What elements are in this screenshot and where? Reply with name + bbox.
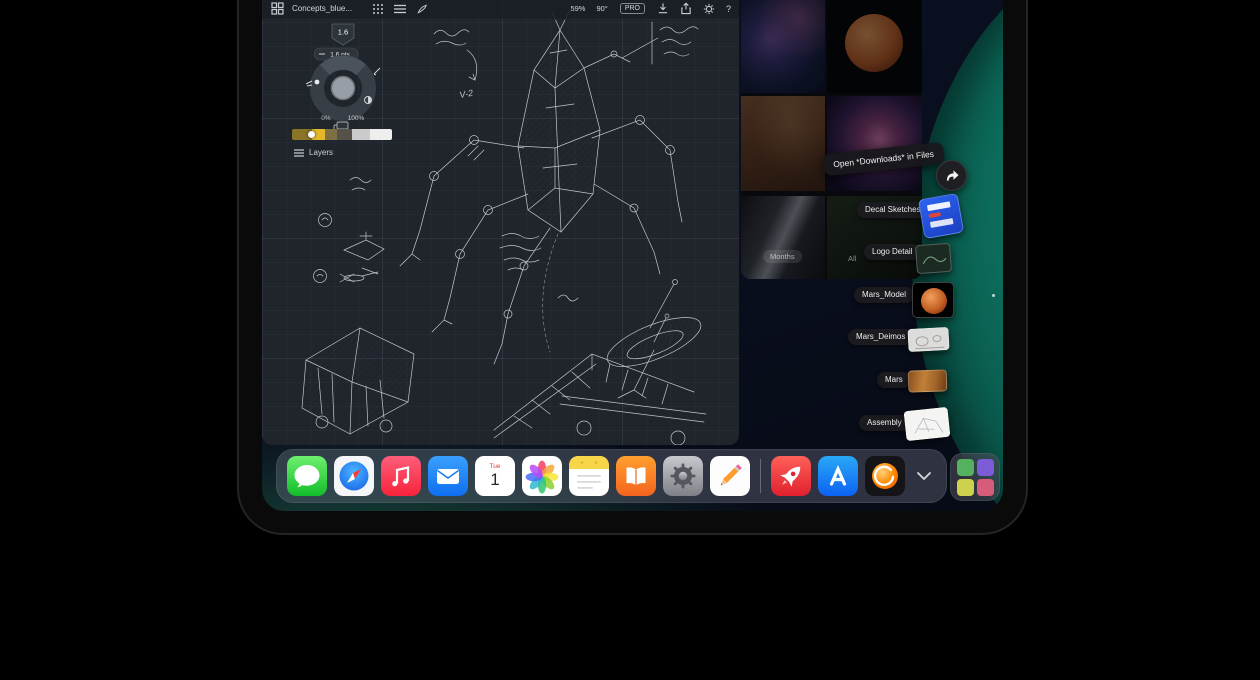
app-library-mini-tile bbox=[977, 479, 994, 496]
rotation-angle[interactable]: 90° bbox=[596, 4, 607, 13]
calendar-day: 1 bbox=[490, 471, 499, 488]
drag-thumb-mars-model[interactable] bbox=[912, 282, 954, 318]
help-icon[interactable]: ? bbox=[726, 4, 731, 14]
app-library-mini-tile bbox=[957, 459, 974, 476]
drag-thumb-assembly[interactable] bbox=[904, 407, 951, 441]
dock-divider bbox=[760, 459, 761, 493]
app-library-icon[interactable] bbox=[950, 453, 1000, 501]
drag-item-label[interactable]: Mars bbox=[877, 372, 911, 388]
drag-item-label[interactable]: Mars_Model bbox=[854, 287, 914, 303]
concepts-toolbar: Concepts_blue... bbox=[262, 0, 739, 20]
import-icon[interactable] bbox=[656, 1, 671, 16]
sketch-note-text: V-2 bbox=[459, 88, 474, 100]
dock-collapse-button[interactable] bbox=[912, 456, 936, 496]
palette-selection-dot[interactable] bbox=[308, 131, 315, 138]
brush-tool-wheel[interactable]: 1.6 1.6 pts 0% 100% bbox=[298, 22, 388, 134]
color-swatch[interactable] bbox=[352, 129, 370, 140]
forward-arrow-icon bbox=[944, 168, 960, 183]
dock-books-icon[interactable] bbox=[616, 456, 656, 496]
app-library-mini-tile bbox=[957, 479, 974, 496]
dock-settings-icon[interactable] bbox=[663, 456, 703, 496]
pen-tool-icon[interactable] bbox=[414, 1, 429, 16]
dock-calendar-icon[interactable]: Tue 1 bbox=[475, 456, 515, 496]
ipad-screen: V-2 Concepts_blue... bbox=[262, 0, 1003, 511]
dock-app-store-icon[interactable] bbox=[818, 456, 858, 496]
drag-thumb-mars-deimos[interactable] bbox=[907, 327, 949, 352]
brush-size-value: 1.6 bbox=[338, 28, 348, 37]
dock-mail-icon[interactable] bbox=[428, 456, 468, 496]
dock-photos-icon[interactable] bbox=[522, 456, 562, 496]
drag-thumb-mars-surface[interactable] bbox=[908, 369, 948, 392]
drag-thumb-decal-sheet[interactable] bbox=[918, 193, 964, 239]
drag-thumb-logo-detail[interactable] bbox=[915, 243, 952, 274]
settings-gear-icon[interactable] bbox=[702, 1, 717, 16]
drag-item-label[interactable]: Mars_Deimos bbox=[848, 329, 913, 345]
hamburger-icon bbox=[294, 149, 304, 157]
opacity-min-label: 0% bbox=[321, 115, 331, 122]
tab-months[interactable]: Months bbox=[763, 250, 802, 263]
drag-item-label[interactable]: Logo Detail bbox=[864, 244, 920, 260]
dock-notes-icon[interactable] bbox=[569, 456, 609, 496]
dots-grid-icon[interactable] bbox=[370, 1, 385, 16]
ipad-device: V-2 Concepts_blue... bbox=[237, 0, 1028, 535]
panel-dim-overlay bbox=[741, 0, 922, 279]
list-icon[interactable] bbox=[392, 1, 407, 16]
color-palette-strip bbox=[292, 129, 392, 140]
photos-panel: Months All bbox=[741, 0, 922, 279]
color-swatch[interactable] bbox=[325, 129, 337, 140]
zoom-level[interactable]: 59% bbox=[570, 4, 585, 13]
color-swatch[interactable] bbox=[337, 129, 352, 140]
wallpaper-star bbox=[992, 294, 995, 297]
document-title[interactable]: Concepts_blue... bbox=[292, 4, 352, 13]
drag-forward-badge bbox=[936, 160, 967, 191]
layers-button[interactable]: Layers bbox=[294, 148, 333, 157]
dock: Tue 1 bbox=[276, 449, 947, 503]
layers-label: Layers bbox=[309, 148, 333, 157]
dock-pencil-app-icon[interactable] bbox=[710, 456, 750, 496]
drag-item-label[interactable]: Assembly bbox=[859, 415, 910, 431]
gallery-grid-icon[interactable] bbox=[270, 1, 285, 16]
pro-badge[interactable]: PRO bbox=[620, 3, 645, 14]
tab-all[interactable]: All bbox=[848, 254, 856, 263]
dock-rocket-app-icon[interactable] bbox=[771, 456, 811, 496]
share-icon[interactable] bbox=[679, 1, 694, 16]
color-swatch[interactable] bbox=[370, 129, 392, 140]
app-library-mini-tile bbox=[977, 459, 994, 476]
dock-safari-icon[interactable] bbox=[334, 456, 374, 496]
concepts-app-window: V-2 Concepts_blue... bbox=[262, 0, 739, 445]
dock-messages-icon[interactable] bbox=[287, 456, 327, 496]
chevron-down-icon bbox=[915, 470, 933, 482]
dock-music-icon[interactable] bbox=[381, 456, 421, 496]
opacity-max-label: 100% bbox=[348, 115, 365, 122]
dock-orange-app-icon[interactable] bbox=[865, 456, 905, 496]
